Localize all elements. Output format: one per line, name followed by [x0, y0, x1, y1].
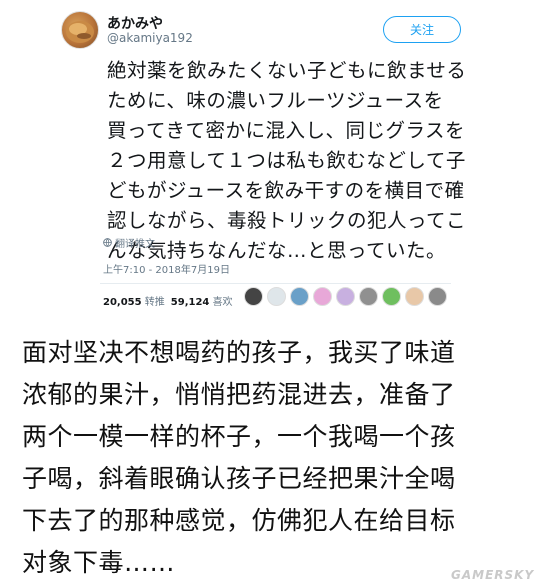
tweet-text-line: ２つ用意して１つは私も飲むなどして子	[107, 149, 466, 172]
tweet-text-line: 絶対薬を飲みたくない子どもに飲ませる	[107, 59, 467, 82]
globe-icon	[103, 238, 112, 247]
caption-line: 下去了的那种感觉，仿佛犯人在给目标	[22, 506, 456, 535]
tweet-text: 絶対薬を飲みたくない子どもに飲ませる ために、味の濃いフルーツジュースを 買って…	[107, 56, 492, 266]
likes-count: 59,124	[170, 297, 210, 308]
liker-avatar[interactable]	[313, 287, 332, 306]
retweets-label: 转推	[144, 297, 165, 308]
liker-avatar[interactable]	[359, 287, 378, 306]
caption-line: 子喝，斜着眼确认孩子已经把果汁全喝	[22, 464, 456, 493]
liker-avatar[interactable]	[336, 287, 355, 306]
tweet-timestamp[interactable]: 上午7:10 - 2018年7月19日	[103, 261, 230, 276]
watermark-logo: GAMERSKY	[451, 568, 535, 582]
follow-button[interactable]: 关注	[383, 16, 461, 43]
translate-tweet-link[interactable]: 翻译推文	[103, 235, 155, 250]
liker-avatars	[244, 287, 447, 306]
divider	[100, 283, 451, 284]
liker-avatar[interactable]	[428, 287, 447, 306]
liker-avatar[interactable]	[405, 287, 424, 306]
tweet-text-line: 認しながら、毒殺トリックの犯人ってこ	[107, 209, 467, 232]
liker-avatar[interactable]	[382, 287, 401, 306]
translate-label: 翻译推文	[115, 239, 155, 250]
caption-line: 两个一模一样的杯子，一个我喝一个孩	[22, 422, 456, 451]
caption-line: 面对坚决不想喝药的孩子，我买了味道	[22, 338, 456, 367]
liker-avatar[interactable]	[290, 287, 309, 306]
likes-stat[interactable]: 59,124 喜欢	[171, 293, 233, 308]
retweets-count: 20,055	[103, 297, 142, 308]
chinese-caption: 面对坚决不想喝药的孩子，我买了味道 浓郁的果汁，悄悄把药混进去，准备了 两个一模…	[22, 332, 542, 584]
likes-label: 喜欢	[212, 297, 233, 308]
tweet-text-line: 買ってきて密かに混入し、同じグラスを	[107, 119, 466, 142]
avatar-food-image	[66, 21, 94, 43]
tweet-text-line: ために、味の濃いフルーツジュースを	[107, 89, 444, 112]
tweet-text-line: どもがジュースを飲み干すのを横目で確	[107, 179, 465, 202]
caption-line: 浓郁的果汁，悄悄把药混进去，准备了	[22, 380, 456, 409]
liker-avatar[interactable]	[244, 287, 263, 306]
tweet-card: あかみや @akamiya192 关注 絶対薬を飲みたくない子どもに飲ませる た…	[0, 0, 550, 312]
liker-avatar[interactable]	[267, 287, 286, 306]
display-name[interactable]: あかみや	[107, 13, 163, 33]
tweet-stats: 20,055 转推 59,124 喜欢	[103, 293, 233, 308]
user-avatar[interactable]	[61, 11, 99, 49]
user-handle[interactable]: @akamiya192	[107, 31, 193, 45]
retweets-stat[interactable]: 20,055 转推	[103, 293, 165, 308]
